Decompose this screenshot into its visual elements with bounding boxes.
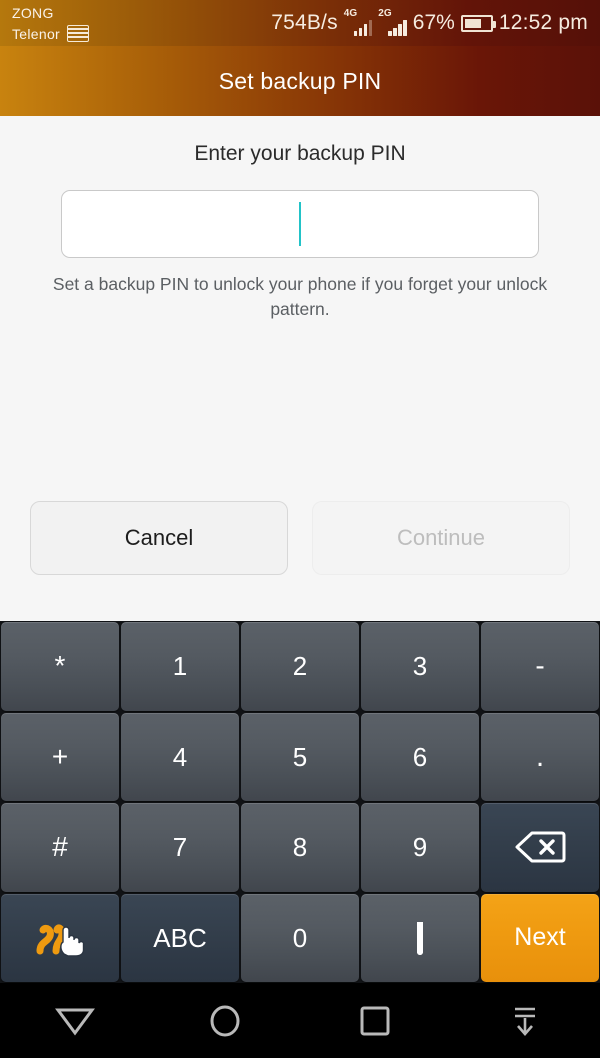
key-period[interactable]: . (481, 712, 599, 801)
key-4[interactable]: 4 (121, 712, 239, 801)
action-button-row: Cancel Continue (0, 501, 600, 575)
key-3[interactable]: 3 (361, 622, 479, 711)
system-navigation-bar (0, 983, 600, 1058)
text-caret (299, 202, 301, 246)
pin-input[interactable] (61, 190, 539, 258)
key-plus[interactable]: + (1, 712, 119, 801)
key-period-label: . (535, 739, 545, 773)
carrier-info: ZONG Telenor (12, 4, 90, 42)
key-0[interactable]: 0 (241, 893, 359, 982)
key-1[interactable]: 1 (121, 622, 239, 711)
key-5-label: 5 (292, 741, 308, 772)
key-8-label: 8 (292, 832, 308, 863)
key-7[interactable]: 7 (121, 803, 239, 892)
pin-description-text: Set a backup PIN to unlock your phone if… (52, 274, 548, 319)
key-next-label: Next (514, 923, 566, 952)
key-5[interactable]: 5 (241, 712, 359, 801)
key-hyphen-label: - (535, 650, 545, 682)
key-9-label: 9 (412, 832, 428, 863)
key-7-label: 7 (172, 832, 188, 863)
key-plus-label: + (51, 740, 69, 772)
network-speed-text: 754B/s (271, 11, 338, 34)
sim-card-icon (67, 24, 90, 42)
key-backspace[interactable] (481, 803, 599, 892)
hide-keyboard-icon (507, 1003, 543, 1039)
key-6-label: 6 (412, 741, 428, 772)
key-6[interactable]: 6 (361, 712, 479, 801)
status-indicators: 754B/s 4G 2G 67% 12:52 pm (271, 8, 588, 36)
space-icon (417, 922, 423, 956)
page-title: Set backup PIN (218, 67, 382, 94)
key-hash-label: # (52, 831, 68, 863)
signal-bars-icon-1 (353, 19, 373, 36)
handwriting-icon (34, 918, 86, 958)
signal-indicator-sim1: 4G (343, 8, 373, 36)
key-abc-label: ABC (153, 922, 207, 953)
key-4-label: 4 (172, 741, 188, 772)
carrier-name-primary: ZONG (12, 4, 54, 21)
key-2-label: 2 (292, 651, 308, 682)
nav-recents-button[interactable] (300, 983, 450, 1058)
network-type-label-1: 4G (343, 8, 358, 19)
key-hash[interactable]: # (1, 803, 119, 892)
key-hyphen[interactable]: - (481, 622, 599, 711)
nav-back-button[interactable] (0, 983, 150, 1058)
key-asterisk[interactable]: * (1, 622, 119, 711)
key-handwriting[interactable] (1, 893, 119, 982)
battery-percent-text: 67% (412, 11, 455, 34)
signal-indicator-sim2: 2G (378, 8, 407, 36)
status-bar: ZONG Telenor 754B/s 4G 2G 67% 12:52 pm (0, 0, 600, 46)
key-abc[interactable]: ABC (121, 893, 239, 982)
keyboard-row-2: +4 5 6. (0, 712, 600, 801)
carrier-name-secondary: Telenor (12, 25, 61, 42)
square-icon (358, 1004, 392, 1038)
triangle-down-icon (55, 1006, 95, 1036)
key-2[interactable]: 2 (241, 622, 359, 711)
key-9[interactable]: 9 (361, 803, 479, 892)
key-3-label: 3 (412, 651, 428, 682)
numeric-keyboard: * 1 2 3 - +4 5 6. #7 8 9 ABC 0 Next (0, 621, 600, 983)
keyboard-row-1: * 1 2 3 - (0, 622, 600, 711)
pin-prompt-label: Enter your backup PIN (194, 142, 406, 165)
key-space[interactable] (361, 893, 479, 982)
clock-text: 12:52 pm (498, 11, 588, 34)
keyboard-row-3: #7 8 9 (0, 803, 600, 892)
key-next[interactable]: Next (481, 893, 599, 982)
battery-icon (460, 14, 496, 32)
signal-bars-icon-2 (388, 19, 407, 36)
key-0-label: 0 (292, 922, 308, 953)
key-1-label: 1 (172, 651, 188, 682)
main-content: Enter your backup PIN Set a backup PIN t… (0, 116, 600, 621)
key-asterisk-label: * (54, 650, 66, 682)
key-8[interactable]: 8 (241, 803, 359, 892)
network-type-label-2: 2G (378, 8, 392, 19)
continue-button[interactable]: Continue (312, 501, 570, 575)
backspace-icon (514, 830, 566, 864)
circle-icon (207, 1003, 243, 1039)
keyboard-row-4: ABC 0 Next (0, 893, 600, 982)
app-title-bar: Set backup PIN (0, 46, 600, 116)
cancel-button[interactable]: Cancel (30, 501, 288, 575)
nav-hide-keyboard-button[interactable] (450, 983, 600, 1058)
nav-home-button[interactable] (150, 983, 300, 1058)
